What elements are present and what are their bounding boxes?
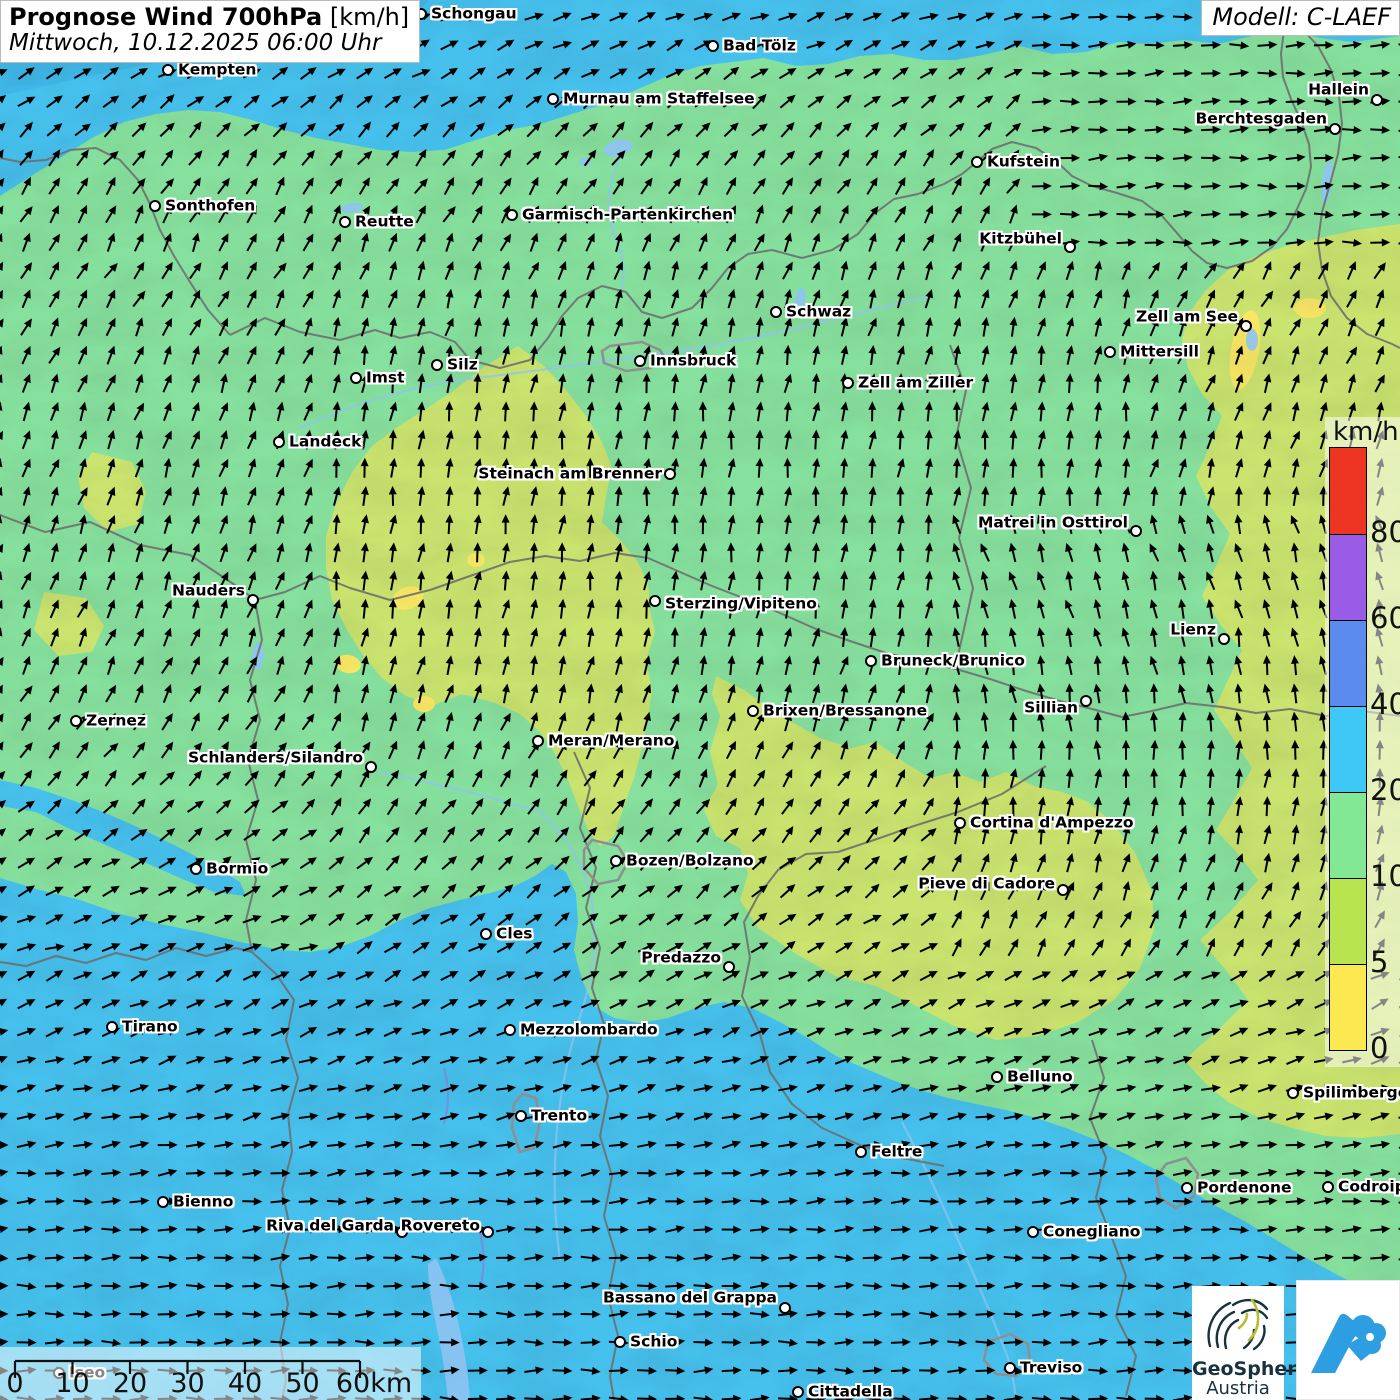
legend-color-bar	[1329, 447, 1367, 1051]
legend-segment	[1330, 534, 1366, 620]
scale-tick-label: 50	[285, 1368, 319, 1399]
geosphere-contour-icon	[1192, 1286, 1284, 1358]
scale-tick-label: 40	[228, 1368, 262, 1399]
legend-tick-label: 60	[1370, 601, 1400, 635]
title-box: Prognose Wind 700hPa [km/h] Mittwoch, 10…	[0, 0, 420, 63]
wind-forecast-map: SchongauBad TölzKemptenMurnau am Staffel…	[0, 0, 1400, 1400]
geosphere-country: Austria	[1192, 1380, 1284, 1399]
partner-logo	[1296, 1280, 1400, 1400]
legend-tick-label: 0	[1370, 1031, 1388, 1065]
legend-tick-label: 5	[1370, 945, 1388, 979]
legend-segment	[1330, 878, 1366, 964]
scale-tick-label: 30	[170, 1368, 204, 1399]
legend-tick-label: 40	[1370, 687, 1400, 721]
legend-segment	[1330, 964, 1366, 1050]
legend-tick-label: 10	[1370, 859, 1400, 893]
legend-tick-label: 20	[1370, 773, 1400, 807]
legend-segment	[1330, 792, 1366, 878]
scale-tick-label: 60km	[336, 1368, 412, 1399]
map-valid-time: Mittwoch, 10.12.2025 06:00 Uhr	[9, 31, 409, 57]
scale-tick-label: 20	[113, 1368, 147, 1399]
scale-tick-label: 0	[6, 1368, 23, 1399]
scale-bar: 0 10 20 30 40 50 60km	[0, 1347, 421, 1400]
wind-speed-legend: km/h 80 60 40 20 10 5 0	[1325, 417, 1400, 1067]
legend-segment	[1330, 448, 1366, 534]
map-canvas	[0, 0, 1400, 1400]
mountain-cloud-icon	[1297, 1281, 1399, 1399]
legend-tick-label: 80	[1370, 515, 1400, 549]
legend-segment	[1330, 620, 1366, 706]
scale-tick-label: 10	[55, 1368, 89, 1399]
legend-segment	[1330, 706, 1366, 792]
geosphere-org-name: GeoSphere	[1192, 1360, 1284, 1380]
geosphere-logo: GeoSphere Austria	[1192, 1286, 1284, 1400]
model-label: Modell: C-LAEF	[1201, 0, 1400, 36]
legend-unit-label: km/h	[1333, 417, 1399, 447]
map-title: Prognose Wind 700hPa [km/h]	[9, 4, 409, 31]
